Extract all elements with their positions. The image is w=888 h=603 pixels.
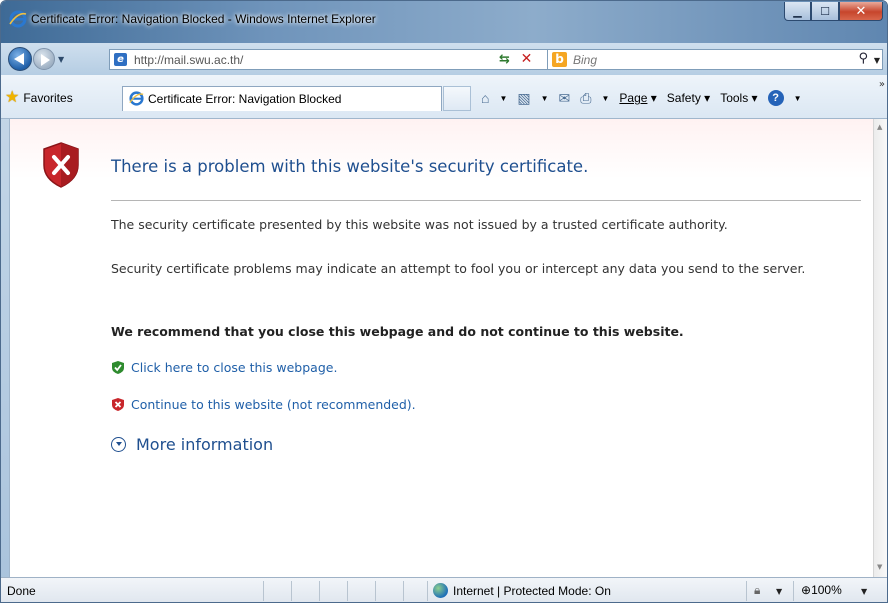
close-button[interactable]: ✕ bbox=[839, 2, 883, 21]
tab-certificate-error[interactable]: Certificate Error: Navigation Blocked bbox=[122, 86, 442, 111]
green-shield-icon bbox=[112, 361, 124, 374]
command-tools: ⌂ ▼ ▧ ▼ ✉ ⎙ ▼ Page ▾ Safety ▾ Tools ▾ ? ▼ bbox=[481, 87, 801, 109]
help-dropdown[interactable]: ▼ bbox=[794, 94, 802, 103]
error-description: The security certificate presented by th… bbox=[111, 217, 728, 232]
back-button[interactable] bbox=[8, 47, 32, 71]
home-icon[interactable]: ⌂ bbox=[481, 90, 489, 106]
status-bar: Done Internet | Protected Mode: On 🔒︎ ▼ … bbox=[1, 577, 887, 602]
forward-button[interactable] bbox=[33, 48, 55, 70]
search-box[interactable]: b Bing ⚲ ▼ bbox=[547, 49, 883, 70]
status-divider bbox=[291, 581, 292, 601]
recommendation-text: We recommend that you close this webpage… bbox=[111, 324, 684, 339]
feeds-dropdown[interactable]: ▼ bbox=[541, 94, 549, 103]
stop-icon[interactable]: ✕ bbox=[517, 50, 536, 68]
minimize-button[interactable]: ▁ bbox=[784, 2, 811, 21]
forward-arrow-icon bbox=[41, 54, 50, 66]
status-text: Done bbox=[7, 584, 36, 598]
status-divider bbox=[403, 581, 404, 601]
title-bar: Certificate Error: Navigation Blocked - … bbox=[1, 1, 887, 43]
error-shield-icon bbox=[43, 142, 79, 188]
window-title: Certificate Error: Navigation Blocked - … bbox=[31, 12, 376, 26]
lock-icon[interactable]: 🔒︎ bbox=[754, 583, 760, 598]
security-zone[interactable]: Internet | Protected Mode: On bbox=[433, 583, 611, 598]
favorites-button[interactable]: ★ Favorites bbox=[5, 87, 73, 109]
address-bar[interactable]: e http://mail.swu.ac.th/ ▼ bbox=[109, 49, 594, 70]
status-divider bbox=[427, 581, 428, 601]
ie-logo-icon bbox=[9, 10, 27, 28]
zoom-level[interactable]: ⊕100% bbox=[801, 583, 842, 597]
new-tab-button[interactable] bbox=[443, 86, 471, 111]
security-warning: Security certificate problems may indica… bbox=[111, 261, 806, 276]
close-webpage-label[interactable]: Click here to close this webpage. bbox=[131, 360, 337, 375]
red-shield-icon bbox=[112, 398, 124, 411]
caption-buttons: ▁ ☐ ✕ bbox=[784, 2, 883, 21]
mail-icon[interactable]: ✉ bbox=[559, 90, 571, 107]
safety-menu-label: Safety bbox=[666, 91, 701, 105]
bing-logo-icon: b bbox=[552, 52, 567, 67]
feeds-icon[interactable]: ▧ bbox=[517, 90, 530, 107]
status-divider bbox=[263, 581, 264, 601]
browser-window: Certificate Error: Navigation Blocked - … bbox=[0, 0, 888, 603]
error-heading: There is a problem with this website's s… bbox=[111, 157, 589, 176]
search-options-dropdown[interactable]: ▼ bbox=[874, 56, 880, 65]
recent-pages-dropdown[interactable]: ▼ bbox=[58, 55, 64, 64]
page-menu-label: Page bbox=[619, 91, 648, 105]
search-placeholder[interactable]: Bing bbox=[573, 53, 597, 67]
refresh-icon[interactable]: ⇆ bbox=[495, 51, 514, 68]
scroll-up-icon[interactable]: ▲ bbox=[877, 123, 882, 131]
maximize-button[interactable]: ☐ bbox=[811, 2, 839, 21]
favorites-label: Favorites bbox=[23, 91, 73, 105]
navigation-bar: ▼ e http://mail.swu.ac.th/ ▼ ⇆ ✕ b Bing … bbox=[1, 43, 887, 75]
zoom-dropdown[interactable]: ▼ bbox=[861, 587, 867, 596]
page-menu[interactable]: Page ▾ bbox=[619, 91, 656, 105]
more-information-label[interactable]: More information bbox=[136, 435, 273, 454]
continue-website-label[interactable]: Continue to this website (not recommende… bbox=[131, 397, 416, 412]
back-arrow-icon bbox=[14, 53, 24, 65]
zoom-value: 100% bbox=[811, 583, 842, 597]
more-information-toggle[interactable]: More information bbox=[111, 435, 273, 454]
print-icon[interactable]: ⎙ bbox=[580, 90, 591, 107]
zone-label: Internet | Protected Mode: On bbox=[453, 583, 611, 598]
chevron-circle-down-icon bbox=[111, 437, 126, 452]
search-icon[interactable]: ⚲ bbox=[858, 51, 868, 66]
continue-website-link[interactable]: Continue to this website (not recommende… bbox=[111, 397, 416, 412]
status-divider bbox=[319, 581, 320, 601]
globe-icon bbox=[433, 583, 448, 598]
tools-menu[interactable]: Tools ▾ bbox=[720, 91, 757, 105]
heading-divider bbox=[111, 200, 861, 201]
status-divider bbox=[793, 581, 794, 601]
vertical-scrollbar[interactable]: ▲ ▼ bbox=[873, 119, 887, 577]
tools-menu-label: Tools bbox=[720, 91, 749, 105]
help-icon[interactable]: ? bbox=[767, 90, 784, 106]
ie-logo-icon bbox=[129, 91, 144, 106]
page-content bbox=[9, 119, 873, 577]
toolbar-overflow-icon[interactable]: » bbox=[879, 79, 885, 90]
status-divider bbox=[375, 581, 376, 601]
print-dropdown[interactable]: ▼ bbox=[601, 94, 609, 103]
scroll-down-icon[interactable]: ▼ bbox=[877, 563, 882, 571]
home-dropdown[interactable]: ▼ bbox=[499, 94, 507, 103]
status-divider bbox=[347, 581, 348, 601]
close-webpage-link[interactable]: Click here to close this webpage. bbox=[111, 360, 337, 375]
status-divider bbox=[746, 581, 747, 601]
tab-title: Certificate Error: Navigation Blocked bbox=[148, 92, 342, 106]
protection-dropdown[interactable]: ▼ bbox=[776, 587, 782, 596]
favorites-star-icon: ★ bbox=[5, 89, 20, 106]
page-icon: e bbox=[114, 53, 127, 66]
address-text[interactable]: http://mail.swu.ac.th/ bbox=[134, 53, 243, 67]
safety-menu[interactable]: Safety ▾ bbox=[667, 91, 710, 105]
